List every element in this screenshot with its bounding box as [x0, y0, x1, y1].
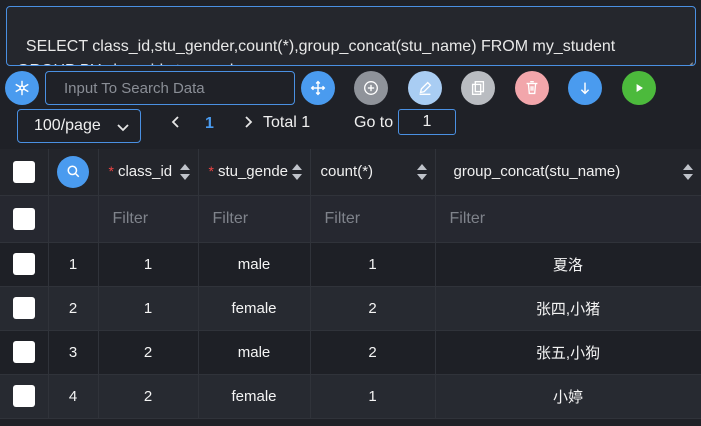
row-checkbox[interactable] [12, 341, 35, 363]
sql-text: SELECT class_id,stu_gender,count(*),grou… [17, 38, 616, 65]
table-row[interactable]: 3 2 male 2 张五,小狗 [0, 330, 701, 375]
cell-count[interactable]: 2 [310, 330, 436, 375]
row-index: 2 [48, 286, 99, 331]
table-row[interactable]: 4 2 female 1 小婷 [0, 374, 701, 419]
cell-group-concat[interactable]: 夏洛 [435, 242, 701, 287]
column-label: group_concat(stu_name) [453, 163, 621, 181]
resize-handle-icon[interactable] [685, 55, 693, 63]
column-search-button[interactable] [57, 155, 89, 188]
cell-class-id[interactable]: 1 [98, 286, 199, 331]
required-mark: * [108, 163, 114, 180]
required-mark: * [208, 163, 214, 180]
table-row[interactable]: 1 1 male 1 夏洛 [0, 242, 701, 287]
row-index: 1 [48, 242, 99, 287]
cell-count[interactable]: 1 [310, 374, 436, 419]
row-select-cell [0, 286, 49, 331]
copy-icon [471, 81, 485, 95]
snowflake-icon [15, 80, 29, 96]
cell-group-concat[interactable]: 张四,小猪 [435, 286, 701, 331]
column-label: class_id [117, 163, 173, 181]
arrow-down-icon [580, 82, 590, 95]
row-select-cell [0, 242, 49, 287]
column-header-count[interactable]: count(*) [310, 149, 436, 196]
column-label: count(*) [320, 163, 374, 181]
search-icon [67, 165, 79, 178]
cell-group-concat[interactable]: 张五,小狗 [435, 330, 701, 375]
column-header-stu-gender[interactable]: * stu_gende [198, 149, 311, 196]
sort-icon[interactable] [291, 164, 302, 180]
current-page[interactable]: 1 [205, 115, 214, 133]
move-arrows-icon [310, 80, 326, 96]
cell-group-concat[interactable]: 小婷 [435, 374, 701, 419]
row-checkbox[interactable] [12, 385, 35, 407]
sql-editor[interactable]: SELECT class_id,stu_gender,count(*),grou… [6, 6, 696, 66]
filter-stu-gender[interactable]: Filter [198, 195, 311, 243]
row-select-cell [0, 330, 49, 375]
row-index: 4 [48, 374, 99, 419]
sort-icon[interactable] [179, 164, 190, 180]
filter-count[interactable]: Filter [310, 195, 436, 243]
row-checkbox[interactable] [12, 297, 35, 319]
filter-select-cell [0, 195, 49, 243]
total-count: Total 1 [263, 114, 311, 131]
filter-row-checkbox[interactable] [12, 207, 35, 230]
prev-page-icon[interactable] [170, 115, 182, 129]
search-input[interactable] [45, 71, 295, 105]
column-label: stu_gende [217, 163, 289, 181]
header-select-cell [0, 149, 49, 196]
page-size-value: 100/page [34, 117, 101, 134]
filter-empty-cell [48, 195, 99, 243]
edit-button[interactable] [408, 71, 442, 105]
row-checkbox[interactable] [12, 253, 35, 275]
trash-icon [526, 81, 538, 95]
refresh-button[interactable] [5, 71, 39, 105]
cell-count[interactable]: 2 [310, 286, 436, 331]
cell-stu-gender[interactable]: male [198, 330, 311, 375]
sort-icon[interactable] [682, 164, 693, 180]
cell-class-id[interactable]: 1 [98, 242, 199, 287]
select-all-checkbox[interactable] [12, 160, 35, 183]
cell-count[interactable]: 1 [310, 242, 436, 287]
result-table: * class_id * stu_gende count(*) group_conc… [0, 149, 701, 419]
goto-page-input[interactable] [398, 109, 456, 135]
filter-class-id[interactable]: Filter [98, 195, 199, 243]
cell-class-id[interactable]: 2 [98, 330, 199, 375]
row-select-cell [0, 374, 49, 419]
cell-class-id[interactable]: 2 [98, 374, 199, 419]
header-search-cell [48, 149, 99, 196]
cell-stu-gender[interactable]: male [198, 242, 311, 287]
goto-label: Go to [354, 114, 394, 131]
column-header-class-id[interactable]: * class_id [98, 149, 199, 196]
header-row: * class_id * stu_gende count(*) group_conc… [0, 149, 701, 196]
next-page-icon[interactable] [242, 115, 254, 129]
sort-icon[interactable] [416, 164, 427, 180]
cell-stu-gender[interactable]: female [198, 286, 311, 331]
run-button[interactable] [622, 71, 656, 105]
cell-stu-gender[interactable]: female [198, 374, 311, 419]
chevron-down-icon [117, 124, 129, 132]
copy-button[interactable] [461, 71, 495, 105]
row-index: 3 [48, 330, 99, 375]
play-icon [636, 84, 643, 92]
table-row[interactable]: 2 1 female 2 张四,小猪 [0, 286, 701, 331]
pencil-icon [419, 81, 432, 95]
download-button[interactable] [568, 71, 602, 105]
page-size-select[interactable]: 100/page [17, 109, 141, 143]
plus-circle-icon [364, 81, 378, 95]
move-button[interactable] [301, 71, 335, 105]
filter-row: Filter Filter Filter Filter [0, 195, 701, 243]
delete-button[interactable] [515, 71, 549, 105]
add-row-button[interactable] [354, 71, 388, 105]
column-header-group-concat[interactable]: group_concat(stu_name) [435, 149, 701, 196]
filter-group-concat[interactable]: Filter [435, 195, 701, 243]
